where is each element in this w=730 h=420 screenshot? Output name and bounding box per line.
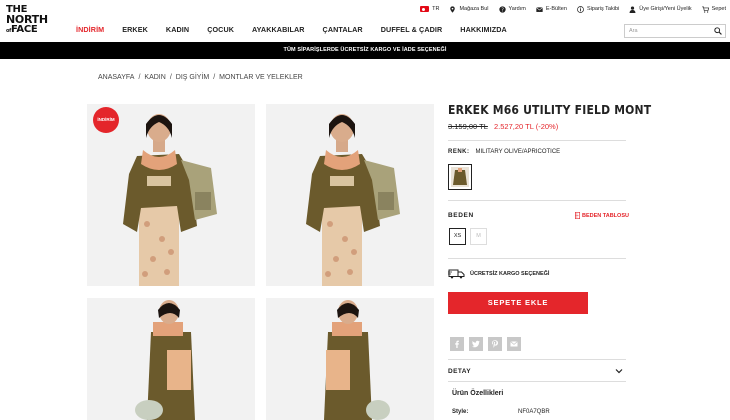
- nav-item-women[interactable]: KADIN: [166, 25, 189, 34]
- size-option-m[interactable]: M: [470, 228, 487, 245]
- store-locator-link[interactable]: Mağaza Bul: [449, 5, 489, 13]
- product-image-4[interactable]: [266, 298, 434, 420]
- nav-item-shoes[interactable]: AYAKKABILAR: [252, 25, 304, 34]
- breadcrumb-separator: /: [138, 74, 141, 81]
- mail-icon: [536, 6, 543, 12]
- breadcrumb-separator: /: [169, 74, 172, 81]
- nav-item-duffel-tent[interactable]: DUFFEL & ÇADIR: [381, 25, 443, 34]
- account-link[interactable]: Üye Girişi/Yeni Üyelik: [629, 5, 692, 13]
- free-shipping-info: ÜCRETSİZ KARGO SEÇENEĞİ: [448, 269, 549, 279]
- divider: [448, 140, 626, 141]
- nav-item-sale[interactable]: İNDİRİM: [76, 25, 104, 34]
- sale-badge: İNDİRİM: [93, 107, 119, 133]
- divider: [448, 200, 626, 201]
- ruler-icon: [575, 212, 580, 219]
- share-facebook[interactable]: [450, 337, 464, 351]
- logo-line3: ofFACE: [6, 24, 38, 35]
- divider: [448, 258, 626, 259]
- search-icon[interactable]: [714, 27, 722, 35]
- svg-text:?: ?: [501, 7, 504, 13]
- size-label: BEDEN: [448, 212, 474, 219]
- twitter-icon: [472, 340, 480, 348]
- newsletter-link[interactable]: E-Bülten: [536, 6, 567, 13]
- share-twitter[interactable]: [469, 337, 483, 351]
- pinterest-icon: [492, 340, 498, 348]
- help-icon: ?: [498, 5, 506, 13]
- chevron-down-icon[interactable]: [615, 368, 623, 374]
- info-icon: [577, 5, 584, 13]
- help-link[interactable]: ? Yardım: [498, 5, 526, 13]
- breadcrumb: ANASAYFA / KADIN / DIŞ GİYİM / MONTLAR V…: [98, 74, 307, 81]
- old-price: 3.159,00 TL: [448, 122, 488, 131]
- sale-price: 2.527,20 TL (-20%): [494, 122, 559, 131]
- product-title: ERKEK M66 UTILITY FIELD MONT: [448, 103, 652, 117]
- language-selector[interactable]: TR: [420, 6, 439, 12]
- cart-icon: [701, 5, 709, 13]
- details-accordion-label[interactable]: DETAY: [448, 368, 471, 375]
- breadcrumb-home[interactable]: ANASAYFA: [98, 74, 134, 81]
- product-image-2[interactable]: [266, 104, 434, 286]
- model-side-illustration: [324, 300, 390, 420]
- product-image-3[interactable]: [87, 298, 255, 420]
- promo-banner: TÜM SİPARİŞLERDE ÜCRETSİZ KARGO VE İADE …: [0, 42, 730, 59]
- size-table-link[interactable]: BEDEN TABLOSU: [575, 212, 629, 219]
- product-image-1[interactable]: İNDİRİM: [87, 104, 255, 286]
- style-value: NF0A7QBR: [518, 409, 550, 415]
- search-input[interactable]: Ara: [624, 24, 726, 38]
- truck-icon: [448, 269, 465, 279]
- cart-link[interactable]: Sepet: [701, 5, 726, 13]
- model-side-illustration: [135, 300, 195, 420]
- nav-item-men[interactable]: ERKEK: [122, 25, 148, 34]
- size-option-xs[interactable]: XS: [449, 228, 466, 245]
- style-key: Style:: [452, 409, 469, 415]
- nav-item-about[interactable]: HAKKIMIZDA: [460, 25, 507, 34]
- order-tracking-link[interactable]: Sipariş Takibi: [577, 5, 619, 13]
- add-to-cart-button[interactable]: SEPETE EKLE: [448, 292, 588, 314]
- divider: [448, 381, 626, 382]
- utility-bar: TR Mağaza Bul ? Yardım E-Bülten Sipariş …: [410, 3, 726, 15]
- search-placeholder: Ara: [629, 28, 638, 34]
- color-swatch[interactable]: [448, 164, 472, 190]
- color-label: RENK: MILITARY OLIVE/APRICOTICE: [448, 149, 561, 155]
- email-share-icon: [510, 341, 518, 347]
- share-pinterest[interactable]: [488, 337, 502, 351]
- nav-item-kids[interactable]: ÇOCUK: [207, 25, 234, 34]
- features-title: Ürün Özellikleri: [452, 390, 504, 397]
- breadcrumb-jackets-vests[interactable]: MONTLAR VE YELEKLER: [219, 74, 303, 81]
- breadcrumb-outerwear[interactable]: DIŞ GİYİM: [176, 74, 209, 81]
- model-front-illustration: [306, 114, 400, 286]
- breadcrumb-women[interactable]: KADIN: [144, 74, 165, 81]
- user-icon: [629, 5, 636, 13]
- header: THE NORTH ofFACE TR Mağaza Bul ? Yardım …: [0, 0, 730, 42]
- price: 3.159,00 TL 2.527,20 TL (-20%): [448, 122, 558, 131]
- divider: [448, 359, 626, 360]
- style-row: Style: NF0A7QBR: [452, 409, 550, 415]
- map-pin-icon: [450, 5, 456, 13]
- main-nav: İNDİRİM ERKEK KADIN ÇOCUK AYAKKABILAR ÇA…: [76, 25, 525, 34]
- flag-tr-icon: [420, 6, 430, 12]
- jacket-thumbnail: [453, 168, 467, 185]
- breadcrumb-separator: /: [213, 74, 216, 81]
- nav-item-bags[interactable]: ÇANTALAR: [323, 25, 363, 34]
- brand-logo[interactable]: THE NORTH ofFACE: [6, 5, 60, 35]
- color-value: MILITARY OLIVE/APRICOTICE: [475, 149, 561, 155]
- facebook-icon: [455, 340, 459, 348]
- share-email[interactable]: [507, 337, 521, 351]
